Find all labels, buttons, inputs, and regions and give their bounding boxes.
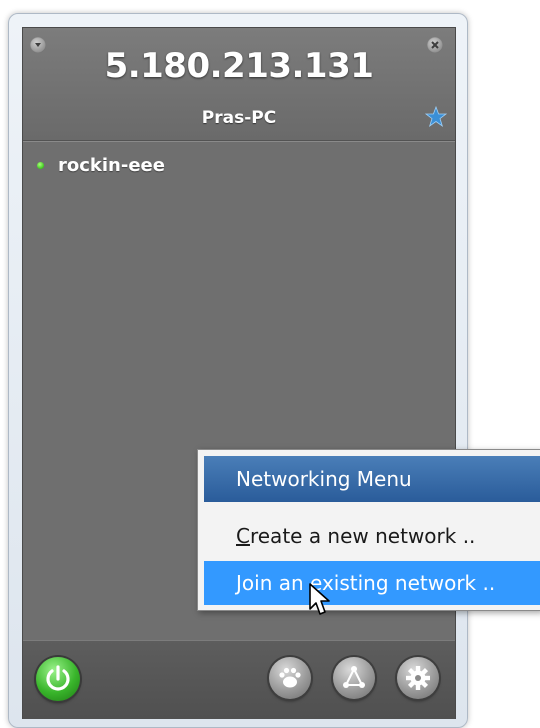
menu-title: Networking Menu	[204, 456, 540, 502]
power-icon	[46, 665, 70, 691]
main-panel: 5.180.213.131 Pras-PC rockin-eee	[22, 27, 456, 719]
network-list-item[interactable]: rockin-eee	[37, 154, 165, 176]
toolbar	[23, 640, 455, 719]
network-name: rockin-eee	[58, 154, 165, 176]
mouse-pointer-icon	[309, 583, 330, 615]
network-button[interactable]	[333, 657, 375, 699]
power-button[interactable]	[36, 657, 80, 701]
ip-address: 5.180.213.131	[104, 46, 374, 86]
paw-button[interactable]	[269, 657, 311, 699]
paw-icon	[279, 667, 301, 688]
settings-button[interactable]	[397, 657, 439, 699]
gear-icon	[406, 666, 430, 690]
menu-item-create-network[interactable]: Create a new network ..	[204, 514, 540, 558]
star-icon[interactable]	[425, 106, 447, 128]
network-icon	[343, 666, 365, 688]
hostname-label: Pras-PC	[201, 108, 277, 128]
online-status-icon	[37, 161, 44, 169]
networking-context-menu: Networking Menu Create a new network .. …	[197, 449, 540, 611]
header: 5.180.213.131 Pras-PC	[23, 28, 455, 141]
menu-item-join-network[interactable]: Join an existing network ..	[204, 561, 540, 605]
